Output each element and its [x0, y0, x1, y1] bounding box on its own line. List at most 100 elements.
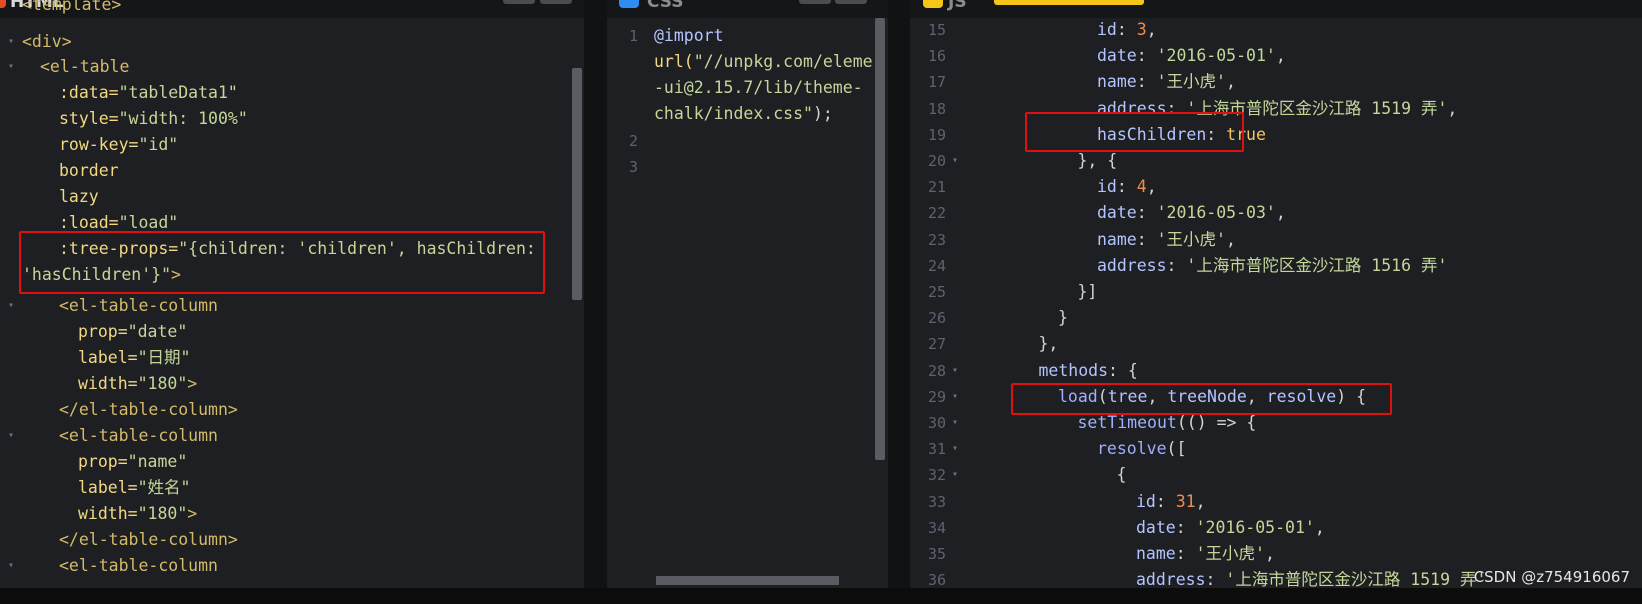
- code-line: width="180">: [78, 504, 198, 523]
- line-number: 29: [927, 387, 946, 406]
- code-line: 20 ▾}, {: [910, 148, 1642, 174]
- code-line: 28 ▾ methods: {: [910, 358, 1642, 384]
- highlight-box-load-method: [1011, 383, 1392, 415]
- code-line: </el-table-column>: [59, 530, 238, 549]
- code-line: label="姓名": [78, 478, 191, 497]
- js-badge-icon: [923, 0, 943, 8]
- code-line: 16 date: '2016-05-01',: [910, 43, 1642, 69]
- code-line: 23 name: '王小虎',: [910, 227, 1642, 253]
- code-line: width="180">: [78, 374, 198, 393]
- code-line: 15 id: 3,: [910, 17, 1642, 43]
- fold-arrow-icon[interactable]: ▾: [952, 436, 958, 462]
- code-text: address: '上海市普陀区金沙江路 1516 弄': [1097, 255, 1448, 275]
- code-line: style="width: 100%": [59, 109, 248, 128]
- code-text: id: 31,: [1136, 491, 1206, 511]
- line-number: 17: [927, 73, 946, 92]
- code-line: url("//unpkg.com/eleme: [654, 52, 873, 71]
- line-number: 33: [927, 492, 946, 511]
- js-tabbar: JS: [910, 0, 1642, 18]
- code-line: 35 name: '王小虎',: [910, 541, 1642, 567]
- fold-arrow-icon[interactable]: ▾: [8, 54, 14, 80]
- code-line: 17 name: '王小虎',: [910, 69, 1642, 95]
- code-line: border: [59, 161, 119, 180]
- fold-arrow-icon[interactable]: ▾: [952, 358, 958, 384]
- line-number: 28: [927, 361, 946, 380]
- code-text: id: 4,: [1097, 177, 1157, 197]
- line-number: 21: [927, 178, 946, 197]
- fold-arrow-icon[interactable]: ▾: [952, 384, 958, 410]
- code-line: 26}: [910, 305, 1642, 331]
- line-number: 36: [927, 571, 946, 588]
- panel-divider[interactable]: [584, 0, 607, 588]
- code-text: id: 3,: [1097, 20, 1157, 39]
- bottom-bar: [0, 588, 1642, 604]
- code-line: :data="tableData1": [59, 83, 238, 102]
- code-text: resolve([: [1097, 439, 1187, 459]
- css-settings-button[interactable]: [799, 0, 831, 4]
- code-text: date: '2016-05-01',: [1097, 46, 1286, 66]
- code-line: 3: [628, 158, 638, 176]
- css-horizontal-scrollbar[interactable]: [656, 576, 839, 585]
- code-line: ▾ <el-table: [0, 54, 584, 80]
- highlight-box-has-children: [1025, 112, 1244, 152]
- css-tabbar: CSS: [607, 0, 888, 18]
- code-line: label="日期": [78, 348, 191, 367]
- code-text: {: [1116, 465, 1127, 485]
- html-vertical-scrollbar[interactable]: [572, 68, 582, 300]
- highlight-box-tree-props: [19, 231, 545, 294]
- code-line: <template>: [22, 0, 122, 14]
- code-line: ▾ <el-table-column: [0, 423, 584, 449]
- html-editor-panel: HTML <template> ▾ <div> ▾ <el-table :data=…: [0, 0, 584, 588]
- code-line: ▾ <el-table-column: [0, 293, 584, 319]
- css-tab-label[interactable]: CSS: [647, 0, 684, 12]
- code-line: 27},: [910, 331, 1642, 357]
- code-line: 32 ▾ {: [910, 462, 1642, 488]
- fold-arrow-icon[interactable]: ▾: [8, 293, 14, 319]
- code-line: 19 hasChildren: true: [910, 122, 1642, 148]
- line-number: 20: [927, 152, 946, 170]
- code-line: 34 date: '2016-05-01',: [910, 515, 1642, 541]
- code-line: </el-table-column>: [59, 400, 238, 419]
- line-number: 18: [927, 99, 946, 118]
- fold-arrow-icon[interactable]: ▾: [952, 410, 958, 436]
- fold-arrow-icon[interactable]: ▾: [8, 423, 14, 449]
- code-line: lazy: [59, 187, 99, 206]
- fold-arrow-icon[interactable]: ▾: [952, 148, 958, 174]
- css-vertical-scrollbar[interactable]: [875, 18, 885, 460]
- fold-arrow-icon[interactable]: ▾: [952, 462, 958, 488]
- line-number: 35: [927, 545, 946, 563]
- code-text: name: '王小虎',: [1097, 72, 1236, 92]
- code-line: 22 date: '2016-05-03',: [910, 200, 1642, 226]
- fold-arrow-icon[interactable]: ▾: [8, 29, 14, 55]
- js-tab-label[interactable]: JS: [948, 0, 967, 12]
- line-number: 15: [927, 21, 946, 39]
- code-line: 21 id: 4,: [910, 174, 1642, 200]
- panel-divider[interactable]: [888, 0, 910, 588]
- code-line: chalk/index.css");: [654, 104, 833, 123]
- code-line: 31 ▾ resolve([: [910, 436, 1642, 462]
- css-badge-icon: [619, 0, 639, 8]
- code-line: -ui@2.15.7/lib/theme-: [654, 78, 863, 97]
- code-text: methods: {: [1038, 360, 1138, 380]
- line-number: 25: [927, 283, 946, 301]
- code-text: address: '上海市普陀区金沙江路 1519 弄': [1136, 570, 1487, 588]
- code-text: },: [1038, 334, 1059, 354]
- fold-arrow-icon[interactable]: ▾: [8, 553, 14, 579]
- js-preprocessor-badge[interactable]: [994, 0, 1144, 5]
- line-number: 19: [927, 125, 946, 144]
- code-line: 18 address: '上海市普陀区金沙江路 1519 弄',: [910, 96, 1642, 122]
- line-number: 27: [927, 335, 946, 354]
- code-text: }]: [1077, 282, 1098, 301]
- css-collapse-button[interactable]: [835, 0, 867, 4]
- code-text: name: '王小虎',: [1097, 229, 1236, 249]
- line-number: 22: [927, 204, 946, 223]
- code-line: prop="name": [78, 452, 188, 471]
- code-line: 1 @import: [628, 26, 724, 45]
- line-number: 32: [927, 466, 946, 485]
- css-editor-panel: CSS 1 @import url("//unpkg.com/eleme -ui@…: [607, 0, 888, 588]
- code-text: name: '王小虎',: [1136, 544, 1275, 563]
- line-number: 31: [927, 440, 946, 459]
- js-editor-panel: JS 15 id: 3, 16 date: '2016-05-01', 17 name: …: [910, 0, 1642, 588]
- watermark: CSDN @z754916067: [1473, 568, 1630, 586]
- line-number: 24: [927, 256, 946, 275]
